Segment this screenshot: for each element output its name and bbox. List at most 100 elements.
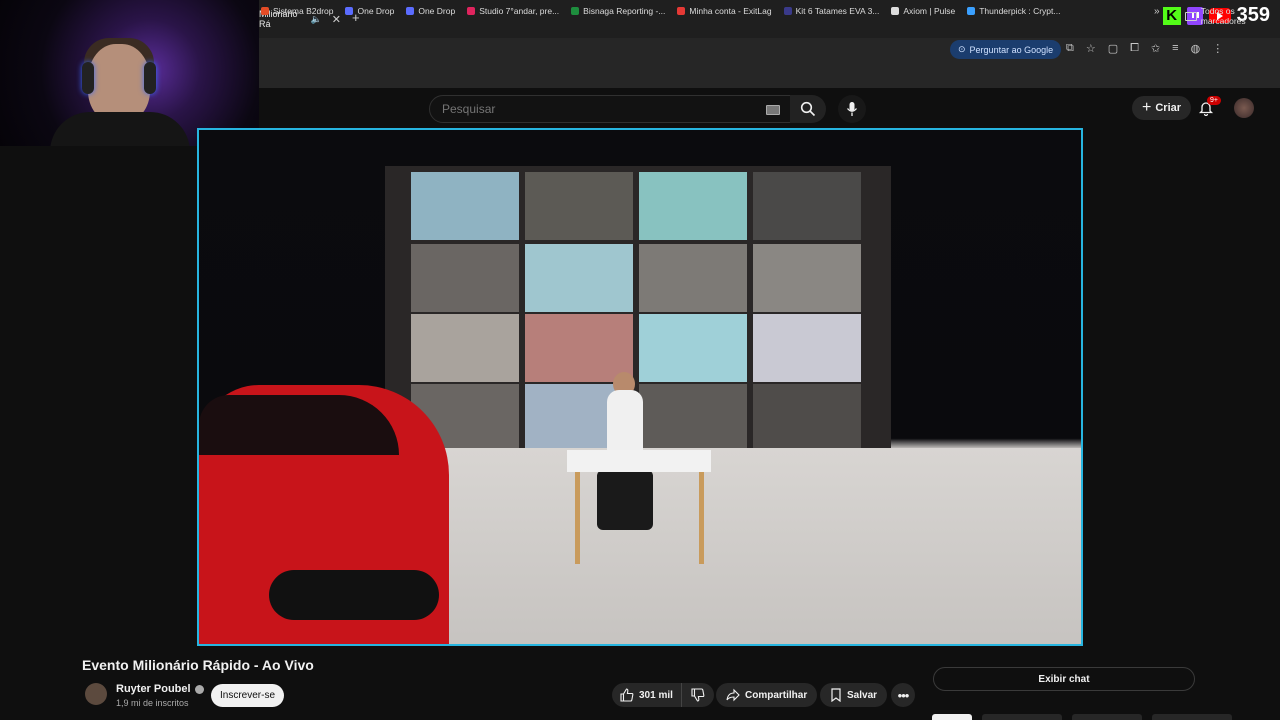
webcam-face [88,44,150,122]
notifications-badge: 9+ [1207,96,1221,105]
bookmark-label: Bisnaga Reporting -... [583,6,666,16]
call-tile [525,314,633,382]
bookmark-favicon-icon [783,7,792,15]
bookmark-favicon-icon [891,7,900,15]
call-tile [411,314,519,382]
voice-search-button[interactable] [838,95,866,123]
create-button[interactable]: + Criar [1132,96,1192,120]
bookmarks-overflow-icon[interactable]: » [1154,6,1160,17]
bookmark-item[interactable]: Sistema B2drop [261,6,333,16]
call-tile [525,172,633,240]
browser-menu-icon[interactable]: ⋮ [1212,42,1223,55]
channel-name[interactable]: Ruyter Poubel [116,683,204,695]
bookmark-item[interactable]: One Drop [406,6,455,16]
bookmark-label: Axiom | Pulse [903,6,956,16]
verified-badge-icon [194,684,204,694]
bookmark-favicon-icon [406,7,415,15]
page-action-icon[interactable]: ▢ [1108,42,1118,55]
desk-leg [699,472,704,564]
call-tile [753,244,861,312]
headphone-right [144,62,156,94]
bookmark-label: One Drop [418,6,456,16]
bookmark-favicon-icon [467,7,476,15]
subscribe-button[interactable]: Inscrever-se [211,684,284,707]
more-actions-button[interactable]: ••• [891,683,915,707]
chip[interactable] [932,714,972,720]
save-label: Salvar [847,689,878,701]
keyboard-icon[interactable] [766,105,780,115]
create-label: Criar [1155,102,1182,114]
ask-google-button[interactable]: ⊙ Perguntar ao Google [950,40,1062,59]
save-button[interactable]: Salvar [820,683,888,707]
bookmark-label: Sistema B2drop [273,6,334,16]
bookmark-item[interactable]: One Drop [345,6,394,16]
bookmark-label: Minha conta - ExitLag [689,6,772,16]
thumbs-down-icon [691,688,705,702]
bookmark-favicon-icon [967,7,976,15]
chip[interactable] [982,714,1062,720]
bookmark-label: Studio 7°andar, pre... [479,6,560,16]
more-horizontal-icon: ••• [897,687,910,703]
share-label: Compartilhar [745,689,808,701]
bookmark-item[interactable]: Minha conta - ExitLag [677,6,772,16]
like-dislike-group: 301 mil [612,683,714,707]
ask-google-label: Perguntar ao Google [969,44,1054,55]
folder-icon [1185,11,1197,21]
dislike-button[interactable] [682,683,714,707]
thumbs-up-icon [620,688,634,702]
show-chat-button[interactable]: Exibir chat [933,667,1195,691]
car-front-grill [269,570,439,620]
like-button[interactable]: 301 mil [612,683,682,707]
chip[interactable] [1072,714,1142,720]
bookmark-star-icon[interactable]: ☆ [1086,42,1096,55]
account-avatar[interactable] [1234,98,1254,118]
kick-logo-icon: K [1162,6,1181,25]
bookmark-favicon-icon [677,7,686,15]
google-lens-icon: ⊙ [958,44,966,54]
channel-name-label: Ruyter Poubel [116,683,191,695]
profile-icon[interactable]: ◍ [1191,42,1201,55]
call-tile [639,244,747,312]
bookmark-label: Thunderpick : Crypt... [979,6,1061,16]
search-box[interactable] [429,95,791,123]
bookmark-item[interactable]: Bisnaga Reporting -... [571,6,665,16]
call-tile [753,314,861,382]
webcam-shirt [50,112,190,146]
call-tile [639,172,747,240]
call-tile [525,244,633,312]
search-input[interactable] [440,101,754,117]
video-player[interactable] [197,128,1083,646]
cast-icon[interactable]: ⧉ [1066,42,1074,55]
extensions-icon[interactable]: ⧠ [1130,42,1139,55]
toolbar-icons: ⧉ ☆ ▢ ⧠ ✩ ≡ ◍ ⋮ [1066,42,1223,55]
all-bookmarks-label: Todos os marcadores [1200,6,1246,26]
channel-avatar[interactable] [85,683,107,705]
call-tile [639,384,747,452]
office-chair [597,470,653,530]
bookmark-label: Kit 6 Tatames EVA 3... [795,6,880,16]
all-bookmarks-folder[interactable]: Todos os marcadores [1185,6,1280,26]
bookmark-item[interactable]: Studio 7°andar, pre... [467,6,559,16]
search-icon [800,101,816,117]
bookmark-label: One Drop [357,6,395,16]
call-tile [753,172,861,240]
media-control-icon[interactable]: ≡ [1172,42,1178,55]
share-button[interactable]: Compartilhar [716,683,818,707]
headphone-left [82,62,94,94]
bookmark-item[interactable]: Thunderpick : Crypt... [967,6,1060,16]
car-windshield [199,395,399,455]
plus-icon: + [1142,99,1152,116]
share-icon [726,688,740,702]
call-tile [753,384,861,452]
desk [567,450,711,472]
webcam-overlay [0,0,259,146]
call-tile [639,314,747,382]
bottom-chips-row [930,714,1280,720]
bookmark-item[interactable]: Kit 6 Tatames EVA 3... [783,6,880,16]
bookmark-icon [831,688,841,702]
favorites-icon[interactable]: ✩ [1151,42,1160,55]
chip[interactable] [1152,714,1232,720]
microphone-icon [846,102,858,116]
search-button[interactable] [790,95,826,123]
bookmark-item[interactable]: Axiom | Pulse [891,6,955,16]
